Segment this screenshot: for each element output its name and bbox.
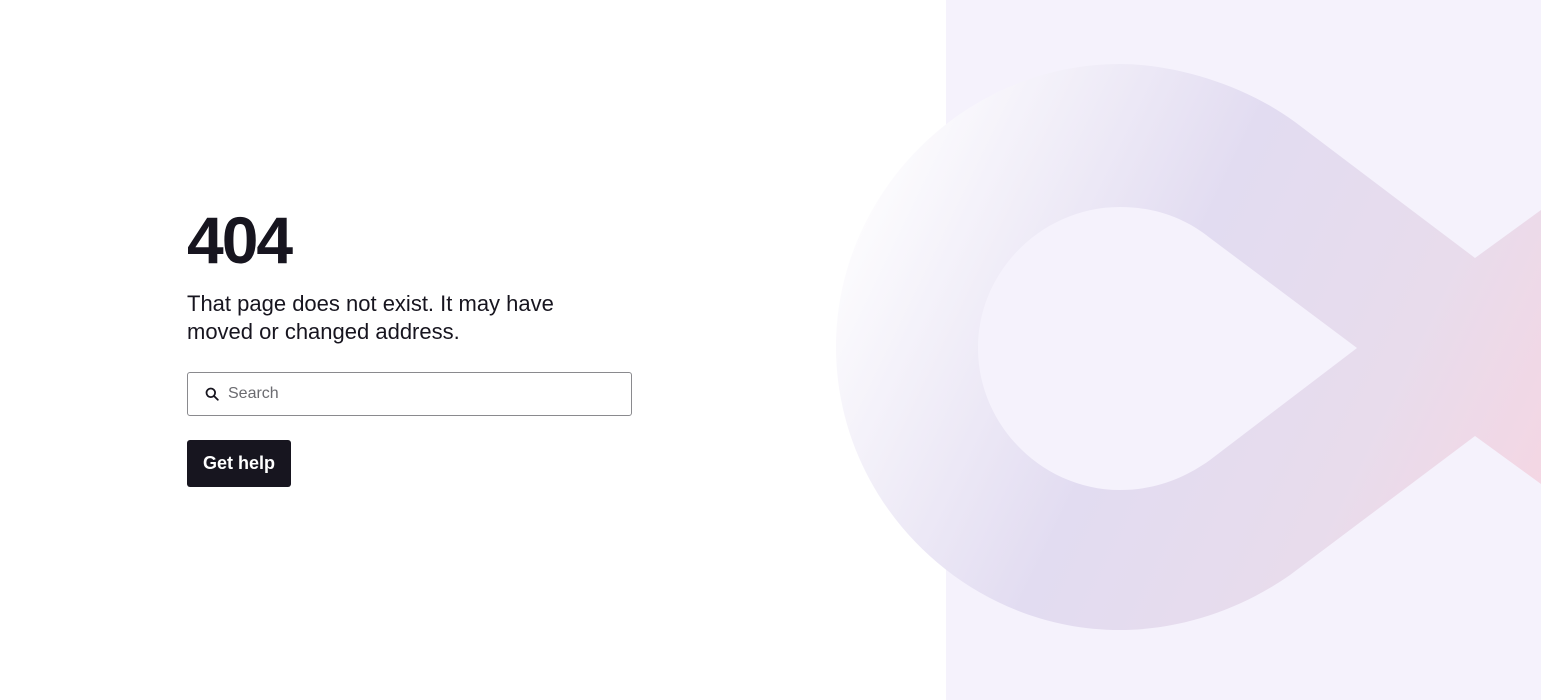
search-input[interactable] [226,374,631,414]
error-message: That page does not exist. It may have mo… [187,291,554,344]
error-code-heading: 404 [187,203,293,277]
get-help-button[interactable]: Get help [187,440,292,487]
search-box[interactable] [187,372,632,416]
error-content: 404 That page does not exist. It may hav… [187,205,632,487]
search-icon [204,386,220,402]
decorative-panel [946,0,1541,700]
